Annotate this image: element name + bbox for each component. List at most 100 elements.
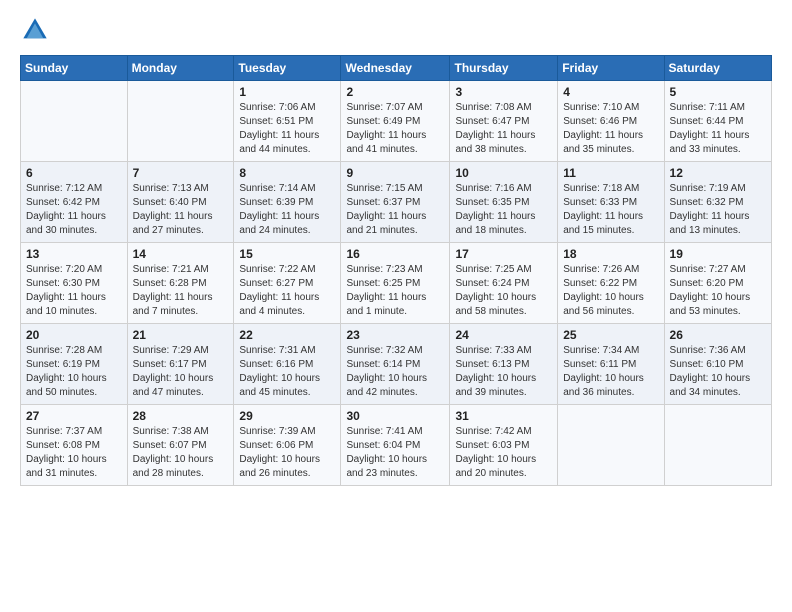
day-number: 28 [133,409,229,423]
day-info: Sunrise: 7:13 AM Sunset: 6:40 PM Dayligh… [133,182,229,238]
day-number: 2 [346,85,444,99]
day-cell: 8 Sunrise: 7:14 AM Sunset: 6:39 PM Daylig… [234,162,341,243]
day-cell: 7 Sunrise: 7:13 AM Sunset: 6:40 PM Daylig… [127,162,234,243]
day-number: 9 [346,166,444,180]
calendar-header: SundayMondayTuesdayWednesdayThursdayFrid… [21,56,772,81]
week-row-5: 27 Sunrise: 7:37 AM Sunset: 6:08 PM Dayli… [21,405,772,486]
day-number: 27 [26,409,122,423]
day-cell: 14 Sunrise: 7:21 AM Sunset: 6:28 PM Dayli… [127,243,234,324]
day-info: Sunrise: 7:38 AM Sunset: 6:07 PM Dayligh… [133,425,229,481]
day-info: Sunrise: 7:23 AM Sunset: 6:25 PM Dayligh… [346,263,444,319]
day-cell: 11 Sunrise: 7:18 AM Sunset: 6:33 PM Dayli… [558,162,664,243]
day-number: 30 [346,409,444,423]
day-info: Sunrise: 7:37 AM Sunset: 6:08 PM Dayligh… [26,425,122,481]
day-cell: 29 Sunrise: 7:39 AM Sunset: 6:06 PM Dayli… [234,405,341,486]
day-info: Sunrise: 7:42 AM Sunset: 6:03 PM Dayligh… [455,425,552,481]
day-number: 7 [133,166,229,180]
day-number: 6 [26,166,122,180]
header [20,15,772,45]
day-cell: 5 Sunrise: 7:11 AM Sunset: 6:44 PM Daylig… [664,81,771,162]
day-info: Sunrise: 7:29 AM Sunset: 6:17 PM Dayligh… [133,344,229,400]
day-cell: 9 Sunrise: 7:15 AM Sunset: 6:37 PM Daylig… [341,162,450,243]
weekday-header-sunday: Sunday [21,56,128,81]
day-cell: 10 Sunrise: 7:16 AM Sunset: 6:35 PM Dayli… [450,162,558,243]
day-cell: 24Sunrise: 7:33 AM Sunset: 6:13 PM Dayli… [450,324,558,405]
day-cell: 1Sunrise: 7:06 AM Sunset: 6:51 PM Daylig… [234,81,341,162]
calendar-body: 1Sunrise: 7:06 AM Sunset: 6:51 PM Daylig… [21,81,772,486]
day-info: Sunrise: 7:19 AM Sunset: 6:32 PM Dayligh… [670,182,766,238]
day-info: Sunrise: 7:07 AM Sunset: 6:49 PM Dayligh… [346,101,444,157]
day-cell: 27 Sunrise: 7:37 AM Sunset: 6:08 PM Dayli… [21,405,128,486]
weekday-header-friday: Friday [558,56,664,81]
day-number: 17 [455,247,552,261]
day-info: Sunrise: 7:06 AM Sunset: 6:51 PM Dayligh… [239,101,335,157]
day-number: 20 [26,328,122,342]
day-cell: 13 Sunrise: 7:20 AM Sunset: 6:30 PM Dayli… [21,243,128,324]
day-info: Sunrise: 7:14 AM Sunset: 6:39 PM Dayligh… [239,182,335,238]
day-info: Sunrise: 7:34 AM Sunset: 6:11 PM Dayligh… [563,344,658,400]
day-cell [558,405,664,486]
weekday-header-monday: Monday [127,56,234,81]
day-number: 10 [455,166,552,180]
day-cell [664,405,771,486]
week-row-3: 13 Sunrise: 7:20 AM Sunset: 6:30 PM Dayli… [21,243,772,324]
day-cell: 6 Sunrise: 7:12 AM Sunset: 6:42 PM Daylig… [21,162,128,243]
day-info: Sunrise: 7:11 AM Sunset: 6:44 PM Dayligh… [670,101,766,157]
day-number: 5 [670,85,766,99]
day-number: 13 [26,247,122,261]
day-info: Sunrise: 7:22 AM Sunset: 6:27 PM Dayligh… [239,263,335,319]
day-info: Sunrise: 7:12 AM Sunset: 6:42 PM Dayligh… [26,182,122,238]
day-cell: 22Sunrise: 7:31 AM Sunset: 6:16 PM Dayli… [234,324,341,405]
weekday-header-wednesday: Wednesday [341,56,450,81]
logo [20,15,54,45]
day-cell: 3Sunrise: 7:08 AM Sunset: 6:47 PM Daylig… [450,81,558,162]
day-info: Sunrise: 7:39 AM Sunset: 6:06 PM Dayligh… [239,425,335,481]
day-cell: 17Sunrise: 7:25 AM Sunset: 6:24 PM Dayli… [450,243,558,324]
day-info: Sunrise: 7:15 AM Sunset: 6:37 PM Dayligh… [346,182,444,238]
day-cell: 21 Sunrise: 7:29 AM Sunset: 6:17 PM Dayli… [127,324,234,405]
day-cell: 31 Sunrise: 7:42 AM Sunset: 6:03 PM Dayli… [450,405,558,486]
week-row-4: 20 Sunrise: 7:28 AM Sunset: 6:19 PM Dayli… [21,324,772,405]
day-info: Sunrise: 7:33 AM Sunset: 6:13 PM Dayligh… [455,344,552,400]
day-info: Sunrise: 7:21 AM Sunset: 6:28 PM Dayligh… [133,263,229,319]
day-cell: 19 Sunrise: 7:27 AM Sunset: 6:20 PM Dayli… [664,243,771,324]
page: SundayMondayTuesdayWednesdayThursdayFrid… [0,0,792,612]
day-info: Sunrise: 7:20 AM Sunset: 6:30 PM Dayligh… [26,263,122,319]
day-number: 31 [455,409,552,423]
day-cell: 30 Sunrise: 7:41 AM Sunset: 6:04 PM Dayli… [341,405,450,486]
day-info: Sunrise: 7:27 AM Sunset: 6:20 PM Dayligh… [670,263,766,319]
day-number: 26 [670,328,766,342]
day-info: Sunrise: 7:41 AM Sunset: 6:04 PM Dayligh… [346,425,444,481]
day-number: 29 [239,409,335,423]
week-row-1: 1Sunrise: 7:06 AM Sunset: 6:51 PM Daylig… [21,81,772,162]
week-row-2: 6 Sunrise: 7:12 AM Sunset: 6:42 PM Daylig… [21,162,772,243]
day-cell: 4 Sunrise: 7:10 AM Sunset: 6:46 PM Daylig… [558,81,664,162]
day-cell: 18 Sunrise: 7:26 AM Sunset: 6:22 PM Dayli… [558,243,664,324]
day-info: Sunrise: 7:26 AM Sunset: 6:22 PM Dayligh… [563,263,658,319]
calendar: SundayMondayTuesdayWednesdayThursdayFrid… [20,55,772,486]
day-cell: 28 Sunrise: 7:38 AM Sunset: 6:07 PM Dayli… [127,405,234,486]
day-number: 12 [670,166,766,180]
day-number: 18 [563,247,658,261]
day-cell: 23Sunrise: 7:32 AM Sunset: 6:14 PM Dayli… [341,324,450,405]
day-number: 3 [455,85,552,99]
day-number: 21 [133,328,229,342]
weekday-header-thursday: Thursday [450,56,558,81]
day-info: Sunrise: 7:32 AM Sunset: 6:14 PM Dayligh… [346,344,444,400]
day-number: 19 [670,247,766,261]
weekday-header-tuesday: Tuesday [234,56,341,81]
day-number: 14 [133,247,229,261]
day-cell [21,81,128,162]
day-number: 11 [563,166,658,180]
day-number: 25 [563,328,658,342]
day-cell [127,81,234,162]
day-info: Sunrise: 7:16 AM Sunset: 6:35 PM Dayligh… [455,182,552,238]
day-cell: 12 Sunrise: 7:19 AM Sunset: 6:32 PM Dayli… [664,162,771,243]
logo-icon [20,15,50,45]
day-number: 4 [563,85,658,99]
day-info: Sunrise: 7:18 AM Sunset: 6:33 PM Dayligh… [563,182,658,238]
day-info: Sunrise: 7:10 AM Sunset: 6:46 PM Dayligh… [563,101,658,157]
day-cell: 20 Sunrise: 7:28 AM Sunset: 6:19 PM Dayli… [21,324,128,405]
day-number: 8 [239,166,335,180]
day-info: Sunrise: 7:28 AM Sunset: 6:19 PM Dayligh… [26,344,122,400]
